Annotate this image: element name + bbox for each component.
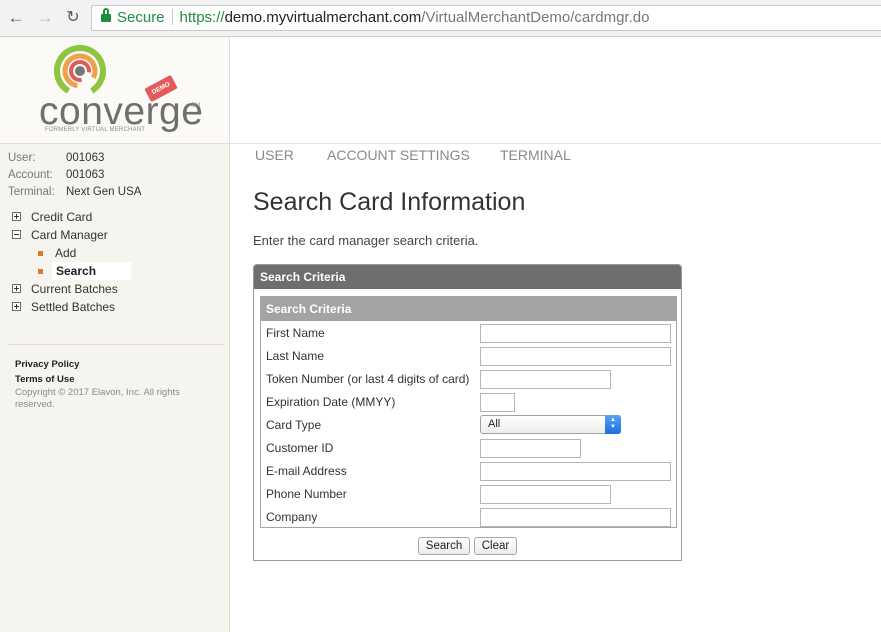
logo-tagline: FORMERLY VIRTUAL MERCHANT xyxy=(45,127,146,133)
arrow-right-icon: → xyxy=(36,8,54,27)
token-number-input[interactable] xyxy=(480,370,611,389)
header-banner xyxy=(230,37,881,144)
url-host: demo.myvirtualmerchant.com xyxy=(224,9,422,26)
sidebar-divider xyxy=(8,344,225,345)
form-row-email: E-mail Address xyxy=(261,461,676,484)
tab-terminal[interactable]: TERMINAL xyxy=(500,147,571,163)
browser-toolbar: ← → ↻ Secure https://demo.myvirtualmercha… xyxy=(0,0,881,37)
phone-number-input[interactable] xyxy=(480,485,611,504)
last-name-label: Last Name xyxy=(266,349,325,363)
section-header: Search Criteria xyxy=(261,297,676,321)
phone-number-label: Phone Number xyxy=(266,487,347,501)
form-row-company: Company xyxy=(261,507,676,530)
sidebar: DEMO converge SM FORMERLY VIRTUAL MERCHA… xyxy=(0,37,230,632)
card-type-label: Card Type xyxy=(266,418,322,432)
sidebar-item-card-manager[interactable]: Card Manager xyxy=(0,226,229,244)
tab-user[interactable]: USER xyxy=(255,147,294,163)
expiration-date-label: Expiration Date (MMYY) xyxy=(266,395,396,409)
panel-header: Search Criteria xyxy=(254,265,681,289)
email-input[interactable] xyxy=(480,462,671,481)
user-info-row: Terminal: Next Gen USA xyxy=(8,186,142,198)
customer-id-input[interactable] xyxy=(480,439,581,458)
sidebar-item-settled-batches[interactable]: Settled Batches xyxy=(0,298,229,316)
token-number-label: Token Number (or last 4 digits of card) xyxy=(266,372,470,386)
last-name-input[interactable] xyxy=(480,347,671,366)
sidebar-subitem-add[interactable]: Add xyxy=(0,244,229,262)
omnibox-divider xyxy=(171,9,173,25)
secure-label: Secure xyxy=(117,9,165,26)
customer-id-label: Customer ID xyxy=(266,441,334,455)
expand-plus-icon[interactable] xyxy=(12,302,21,311)
company-label: Company xyxy=(266,510,318,524)
bullet-icon xyxy=(38,269,43,274)
forward-button[interactable]: → xyxy=(35,8,55,28)
page-title: Search Card Information xyxy=(253,188,526,216)
reload-button[interactable]: ↻ xyxy=(63,8,83,28)
company-input[interactable] xyxy=(480,508,671,527)
form-row-card-type: Card Type All ▲ ▼ xyxy=(261,415,676,438)
bullet-icon xyxy=(38,251,43,256)
back-button[interactable]: ← xyxy=(6,8,26,28)
search-criteria-section: Search Criteria First Name Last Name Tok… xyxy=(260,296,677,528)
user-info: User: 001063 Account: 001063 Terminal: Next… xyxy=(8,150,141,201)
select-arrows-icon: ▲ ▼ xyxy=(605,415,621,434)
form-row-first-name: First Name xyxy=(261,323,676,346)
form-row-expiration: Expiration Date (MMYY) xyxy=(261,392,676,415)
expand-plus-icon[interactable] xyxy=(12,212,21,221)
reload-icon: ↻ xyxy=(66,9,80,26)
search-button[interactable]: Search xyxy=(418,537,470,555)
form-row-customer-id: Customer ID xyxy=(261,438,676,461)
terms-of-use-link[interactable]: Terms of Use xyxy=(15,372,205,387)
arrow-left-icon: ← xyxy=(7,8,25,27)
card-type-selected-value: All xyxy=(488,418,501,430)
lock-icon xyxy=(101,8,111,23)
first-name-input[interactable] xyxy=(480,324,671,343)
expand-plus-icon[interactable] xyxy=(12,284,21,293)
collapse-minus-icon[interactable] xyxy=(12,230,21,239)
sidebar-item-current-batches[interactable]: Current Batches xyxy=(0,280,229,298)
url-path: /VirtualMerchantDemo/cardmgr.do xyxy=(421,9,650,26)
sidebar-subitem-search[interactable]: Search xyxy=(0,262,229,280)
first-name-label: First Name xyxy=(266,326,325,340)
page-instructions: Enter the card manager search criteria. xyxy=(253,233,479,248)
clear-button[interactable]: Clear xyxy=(474,537,517,555)
card-type-select[interactable]: All ▲ ▼ xyxy=(480,415,621,434)
logo-wordmark: converge xyxy=(39,90,204,133)
copyright-text: Copyright © 2017 Elavon, Inc. All rights… xyxy=(15,387,180,410)
search-criteria-panel: Search Criteria Search Criteria First Na… xyxy=(253,264,682,561)
address-bar[interactable]: Secure https://demo.myvirtualmerchant.com… xyxy=(91,5,881,31)
url-scheme: https:// xyxy=(179,9,225,26)
form-row-token: Token Number (or last 4 digits of card) xyxy=(261,369,676,392)
sidebar-item-credit-card[interactable]: Credit Card xyxy=(0,208,229,226)
service-mark: SM xyxy=(191,103,200,109)
sidebar-footer: Privacy Policy Terms of Use Copyright © … xyxy=(15,357,205,411)
logo[interactable]: DEMO converge SM FORMERLY VIRTUAL MERCHA… xyxy=(0,37,229,144)
form-row-last-name: Last Name xyxy=(261,346,676,369)
tab-account-settings[interactable]: ACCOUNT SETTINGS xyxy=(327,147,470,163)
privacy-policy-link[interactable]: Privacy Policy xyxy=(15,357,205,372)
sidebar-menu: Credit Card Card Manager Add Search Curr… xyxy=(0,208,229,316)
email-label: E-mail Address xyxy=(266,464,347,478)
user-info-row: Account: 001063 xyxy=(8,169,105,181)
expiration-date-input[interactable] xyxy=(480,393,515,412)
form-row-phone: Phone Number xyxy=(261,484,676,507)
user-info-row: User: 001063 xyxy=(8,152,105,164)
